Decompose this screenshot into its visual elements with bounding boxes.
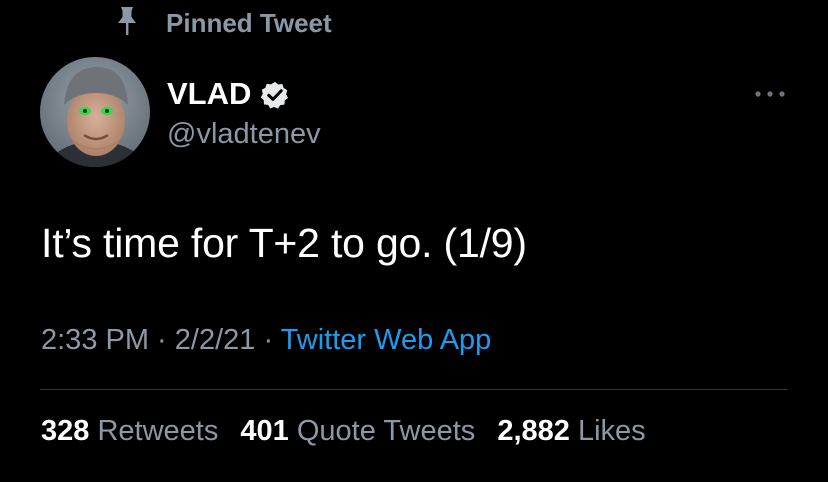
pin-icon (112, 4, 142, 38)
divider (40, 389, 788, 390)
tweet-text: It’s time for T+2 to go. (1/9) (41, 220, 527, 266)
likes-stat[interactable]: 2,882 Likes (497, 415, 645, 448)
retweets-count: 328 (41, 415, 90, 447)
tweet-date[interactable]: 2/2/21 (175, 324, 256, 356)
tweet-source-link[interactable]: Twitter Web App (281, 324, 492, 356)
quote-tweets-count: 401 (240, 415, 289, 447)
author-handle[interactable]: @vladtenev (167, 118, 321, 151)
verified-badge-icon (260, 80, 290, 110)
retweets-stat[interactable]: 328 Retweets (41, 415, 218, 448)
likes-count: 2,882 (497, 415, 570, 447)
avatar[interactable] (40, 57, 150, 167)
tweet-metadata: 2:33 PM · 2/2/21 · Twitter Web App (41, 324, 491, 357)
likes-label: Likes (577, 415, 646, 447)
quote-tweets-stat[interactable]: 401 Quote Tweets (240, 415, 475, 448)
pinned-tweet-label: Pinned Tweet (166, 8, 332, 38)
more-options-icon[interactable] (748, 82, 792, 106)
author-name[interactable]: VLAD (167, 76, 251, 112)
retweets-label: Retweets (97, 415, 219, 447)
quote-tweets-label: Quote Tweets (296, 415, 476, 447)
tweet-stats: 328 Retweets 401 Quote Tweets 2,882 Like… (41, 415, 660, 448)
meta-separator: · (149, 324, 175, 356)
tweet-time[interactable]: 2:33 PM (41, 324, 149, 356)
meta-separator: · (255, 324, 281, 356)
